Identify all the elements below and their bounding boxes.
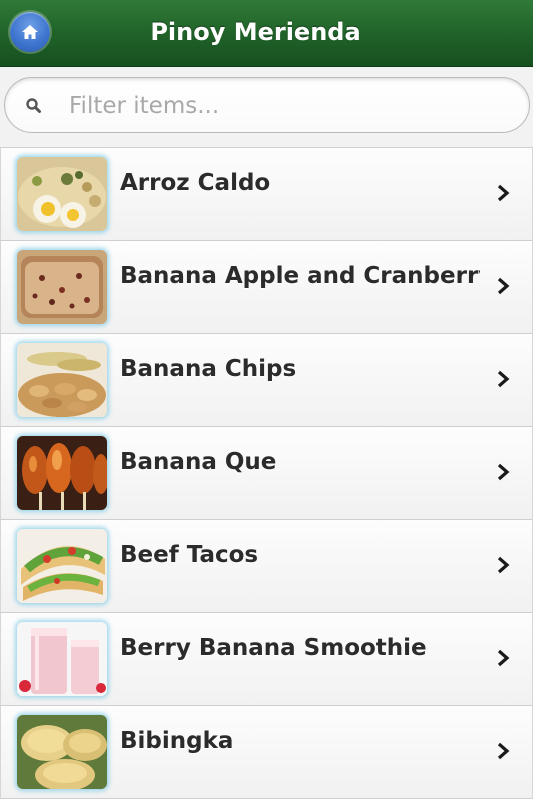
chevron-right-icon — [497, 184, 510, 202]
list-item[interactable]: Berry Banana Smoothie — [0, 613, 533, 706]
list-item[interactable]: Banana Que — [0, 427, 533, 520]
page-title: Pinoy Merienda — [150, 18, 361, 46]
list-item-label: Beef Tacos — [120, 542, 259, 568]
chevron-right-icon — [497, 277, 510, 295]
beef-tacos-thumbnail — [17, 529, 107, 603]
header-bar: Pinoy Merienda — [0, 0, 533, 67]
app-screen: Pinoy Merienda Filter items... Arroz Cal… — [0, 0, 533, 800]
chevron-right-icon — [497, 556, 510, 574]
search-bar — [0, 67, 533, 147]
recipe-list: Arroz Caldo Banana Apple and Cranberry B… — [0, 147, 533, 799]
banana-apple-cranberry-thumbnail — [17, 250, 107, 324]
arroz-caldo-thumbnail — [17, 157, 107, 231]
chevron-right-icon — [497, 649, 510, 667]
list-item-label: Banana Que — [120, 449, 277, 475]
list-item[interactable]: Bibingka — [0, 706, 533, 799]
banana-chips-thumbnail — [17, 343, 107, 417]
search-field[interactable] — [4, 77, 530, 133]
chevron-right-icon — [497, 370, 510, 388]
berry-banana-smoothie-thumbnail — [17, 622, 107, 696]
list-item-label: Banana Apple and Cranberry — [120, 263, 480, 289]
list-item[interactable]: Arroz Caldo — [0, 148, 533, 241]
home-button[interactable] — [10, 12, 50, 52]
bibingka-thumbnail — [17, 715, 107, 789]
chevron-right-icon — [497, 742, 510, 760]
list-item[interactable]: Beef Tacos — [0, 520, 533, 613]
search-input[interactable] — [67, 86, 511, 126]
list-item[interactable]: Banana Apple and Cranberry — [0, 241, 533, 334]
list-item[interactable]: Banana Chips — [0, 334, 533, 427]
list-item-label: Bibingka — [120, 728, 234, 754]
list-item-label: Banana Chips — [120, 356, 297, 382]
home-icon — [22, 25, 38, 39]
chevron-right-icon — [497, 463, 510, 481]
search-icon — [26, 98, 41, 113]
list-item-label: Arroz Caldo — [120, 170, 271, 196]
list-item-label: Berry Banana Smoothie — [120, 635, 427, 661]
banana-que-thumbnail — [17, 436, 107, 510]
